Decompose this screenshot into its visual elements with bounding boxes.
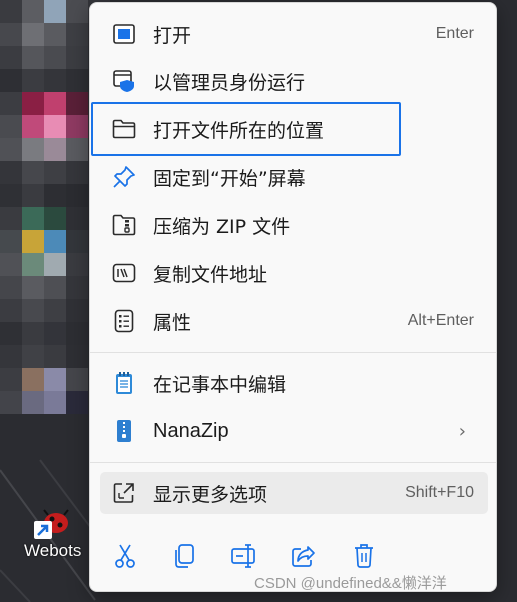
menu-item-label: NanaZip — [153, 419, 229, 442]
menu-item-properties[interactable]: 属性 Alt+Enter — [100, 300, 488, 342]
webots-shortcut-label[interactable]: Webots — [24, 541, 81, 561]
webots-shortcut-icon[interactable] — [30, 505, 70, 543]
nanazip-icon — [112, 419, 136, 443]
copy-path-icon — [112, 261, 136, 285]
menu-item-label: 固定到“开始”屏幕 — [153, 167, 306, 190]
watermark: CSDN @undefined&&懒洋洋 — [254, 575, 447, 592]
menu-item-run-as-admin[interactable]: 以管理员身份运行 — [100, 60, 488, 102]
menu-item-nanazip[interactable]: NanaZip › — [100, 410, 488, 452]
context-menu: 打开 Enter 以管理员身份运行 打开文件所在的位置 固定到“开始”屏幕 压缩… — [89, 2, 497, 592]
more-options-icon — [112, 481, 136, 505]
menu-separator — [90, 352, 496, 353]
menu-item-label: 压缩为 ZIP 文件 — [153, 215, 291, 238]
cut-button[interactable] — [108, 541, 142, 575]
menu-item-edit-in-notepad[interactable]: 在记事本中编辑 — [100, 362, 488, 404]
delete-icon — [353, 543, 375, 573]
menu-separator — [90, 462, 496, 463]
share-icon — [291, 544, 317, 572]
menu-item-shortcut: Alt+Enter — [407, 312, 474, 329]
menu-item-label: 打开文件所在的位置 — [153, 119, 325, 142]
properties-icon — [112, 309, 136, 333]
notepad-icon — [112, 371, 136, 395]
menu-item-label: 显示更多选项 — [153, 483, 268, 506]
folder-icon — [112, 117, 136, 141]
chevron-right-icon: › — [458, 420, 466, 442]
menu-item-shortcut: Shift+F10 — [405, 484, 474, 501]
delete-button[interactable] — [347, 541, 381, 575]
menu-item-label: 打开 — [153, 24, 192, 47]
menu-item-label: 复制文件地址 — [153, 263, 268, 286]
admin-shield-icon — [112, 69, 136, 93]
copy-icon — [173, 543, 195, 573]
menu-item-pin-to-start[interactable]: 固定到“开始”屏幕 — [100, 156, 488, 198]
zip-folder-icon — [112, 213, 136, 237]
pin-icon — [112, 165, 136, 189]
menu-item-label: 以管理员身份运行 — [153, 71, 306, 94]
share-button[interactable] — [287, 541, 321, 575]
menu-item-show-more-options[interactable]: 显示更多选项 Shift+F10 — [100, 472, 488, 514]
menu-item-label: 在记事本中编辑 — [153, 373, 287, 396]
rename-icon — [230, 543, 258, 573]
app-window-icon — [112, 22, 136, 46]
copy-button[interactable] — [167, 541, 201, 575]
menu-item-open[interactable]: 打开 Enter — [100, 13, 488, 55]
menu-item-open-file-location[interactable]: 打开文件所在的位置 — [100, 108, 488, 150]
menu-item-label: 属性 — [153, 311, 192, 334]
menu-item-copy-path[interactable]: 复制文件地址 — [100, 252, 488, 294]
menu-item-compress-zip[interactable]: 压缩为 ZIP 文件 — [100, 204, 488, 246]
cut-icon — [113, 543, 137, 573]
rename-button[interactable] — [227, 541, 261, 575]
menu-item-shortcut: Enter — [435, 25, 474, 42]
